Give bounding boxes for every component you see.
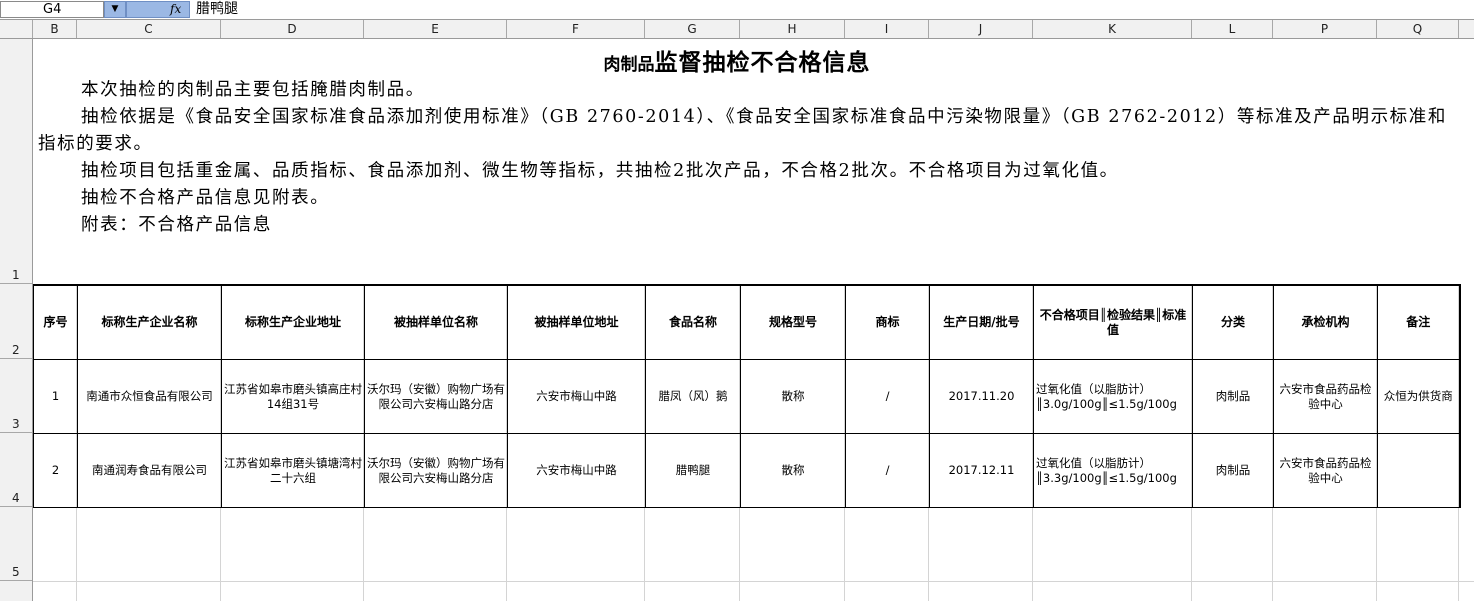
cell-sampled-unit-address[interactable]: 六安市梅山中路 xyxy=(507,433,646,508)
cell-failed-item[interactable]: 过氧化值（以脂肪计）║3.0g/100g║≤1.5g/100g xyxy=(1033,359,1193,434)
header-sampled-unit[interactable]: 被抽样单位名称 xyxy=(364,284,508,360)
table-row: 1 南通市众恒食品有限公司 江苏省如皋市磨头镇高庄村14组31号 沃尔玛（安徽）… xyxy=(33,359,1460,434)
column-header-k[interactable]: K xyxy=(1033,20,1192,38)
header-food-name[interactable]: 食品名称 xyxy=(645,284,741,360)
column-header-d[interactable]: D xyxy=(221,20,364,38)
cell-trademark[interactable]: / xyxy=(845,359,930,434)
row-header-4[interactable]: 4 xyxy=(0,433,32,507)
column-headers: B C D E F G H I J K L P Q xyxy=(0,20,1474,39)
cell-inspection-agency[interactable]: 六安市食品药品检验中心 xyxy=(1273,359,1378,434)
header-inspection-agency[interactable]: 承检机构 xyxy=(1273,284,1378,360)
select-all-corner[interactable] xyxy=(0,20,33,38)
cell-manufacturer[interactable]: 南通市众恒食品有限公司 xyxy=(77,359,222,434)
cell-sampled-unit[interactable]: 沃尔玛（安徽）购物广场有限公司六安梅山路分店 xyxy=(364,433,508,508)
header-manufacturer-address[interactable]: 标称生产企业地址 xyxy=(221,284,365,360)
page-title: 肉制品监督抽检不合格信息 xyxy=(603,49,871,76)
cell-sampled-unit[interactable]: 沃尔玛（安徽）购物广场有限公司六安梅山路分店 xyxy=(364,359,508,434)
intro-paragraph-2: 抽检依据是《食品安全国家标准食品添加剂使用标准》（GB 2760-2014）、《… xyxy=(38,107,1447,154)
cell-serial[interactable]: 2 xyxy=(33,433,78,508)
column-header-h[interactable]: H xyxy=(740,20,845,38)
row-headers: 1 2 3 4 5 xyxy=(0,39,33,601)
column-header-e[interactable]: E xyxy=(364,20,507,38)
cell-serial[interactable]: 1 xyxy=(33,359,78,434)
cell-production-date[interactable]: 2017.12.11 xyxy=(929,433,1034,508)
header-production-date[interactable]: 生产日期/批号 xyxy=(929,284,1034,360)
cell-trademark[interactable]: / xyxy=(845,433,930,508)
formula-input[interactable]: 腊鸭腿 xyxy=(196,1,238,18)
intro-paragraph-5: 附表：不合格产品信息 xyxy=(81,215,272,235)
name-box-dropdown-icon[interactable]: ▼ xyxy=(104,1,126,18)
column-header-l[interactable]: L xyxy=(1192,20,1273,38)
table-header-row: 序号 标称生产企业名称 标称生产企业地址 被抽样单位名称 被抽样单位地址 食品名… xyxy=(33,284,1460,360)
cell-manufacturer[interactable]: 南通润寿食品有限公司 xyxy=(77,433,222,508)
row-header-3[interactable]: 3 xyxy=(0,359,32,433)
column-header-f[interactable]: F xyxy=(507,20,645,38)
column-header-p[interactable]: P xyxy=(1273,20,1377,38)
header-spec[interactable]: 规格型号 xyxy=(740,284,846,360)
column-header-i[interactable]: I xyxy=(845,20,929,38)
inspection-table: 序号 标称生产企业名称 标称生产企业地址 被抽样单位名称 被抽样单位地址 食品名… xyxy=(33,284,1461,508)
cell-sampled-unit-address[interactable]: 六安市梅山中路 xyxy=(507,359,646,434)
cell-category[interactable]: 肉制品 xyxy=(1192,433,1274,508)
cell-production-date[interactable]: 2017.11.20 xyxy=(929,359,1034,434)
cell-spec[interactable]: 散称 xyxy=(740,433,846,508)
name-box[interactable]: G4 xyxy=(0,1,104,18)
cell-inspection-agency[interactable]: 六安市食品药品检验中心 xyxy=(1273,433,1378,508)
spreadsheet-grid[interactable]: 肉制品监督抽检不合格信息 本次抽检的肉制品主要包括腌腊肉制品。 抽检依据是《食品… xyxy=(33,39,1474,601)
header-trademark[interactable]: 商标 xyxy=(845,284,930,360)
header-remarks[interactable]: 备注 xyxy=(1377,284,1460,360)
intro-paragraph-1: 本次抽检的肉制品主要包括腌腊肉制品。 xyxy=(81,80,425,100)
header-failed-item[interactable]: 不合格项目║检验结果║标准值 xyxy=(1033,284,1193,360)
cell-manufacturer-address[interactable]: 江苏省如皋市磨头镇高庄村14组31号 xyxy=(221,359,365,434)
header-category[interactable]: 分类 xyxy=(1192,284,1274,360)
cell-remarks[interactable] xyxy=(1377,433,1460,508)
cell-manufacturer-address[interactable]: 江苏省如皋市磨头镇塘湾村二十六组 xyxy=(221,433,365,508)
column-header-g[interactable]: G xyxy=(645,20,740,38)
intro-paragraph-4: 抽检不合格产品信息见附表。 xyxy=(81,188,330,208)
column-header-q[interactable]: Q xyxy=(1377,20,1459,38)
function-icon[interactable]: fx xyxy=(170,1,181,18)
cell-category[interactable]: 肉制品 xyxy=(1192,359,1274,434)
row-header-2[interactable]: 2 xyxy=(0,284,32,359)
column-header-j[interactable]: J xyxy=(929,20,1033,38)
header-manufacturer[interactable]: 标称生产企业名称 xyxy=(77,284,222,360)
cell-food-name[interactable]: 腊凤（风）鹅 xyxy=(645,359,741,434)
title-cell[interactable]: 肉制品监督抽检不合格信息 本次抽检的肉制品主要包括腌腊肉制品。 抽检依据是《食品… xyxy=(33,39,1474,284)
cell-food-name[interactable]: 腊鸭腿 xyxy=(645,433,741,508)
header-sampled-unit-address[interactable]: 被抽样单位地址 xyxy=(507,284,646,360)
cell-remarks[interactable]: 众恒为供货商 xyxy=(1377,359,1460,434)
table-row: 2 南通润寿食品有限公司 江苏省如皋市磨头镇塘湾村二十六组 沃尔玛（安徽）购物广… xyxy=(33,433,1460,508)
cell-spec[interactable]: 散称 xyxy=(740,359,846,434)
cell-failed-item[interactable]: 过氧化值（以脂肪计）║3.3g/100g║≤1.5g/100g xyxy=(1033,433,1193,508)
column-header-b[interactable]: B xyxy=(33,20,77,38)
formula-bar: G4 ▼ fx 腊鸭腿 xyxy=(0,0,1474,20)
row-header-1[interactable]: 1 xyxy=(0,39,32,284)
header-serial[interactable]: 序号 xyxy=(33,284,78,360)
column-header-c[interactable]: C xyxy=(77,20,221,38)
intro-paragraph-3: 抽检项目包括重金属、品质指标、食品添加剂、微生物等指标，共抽检2批次产品，不合格… xyxy=(81,161,1119,181)
row-header-5[interactable]: 5 xyxy=(0,507,32,581)
